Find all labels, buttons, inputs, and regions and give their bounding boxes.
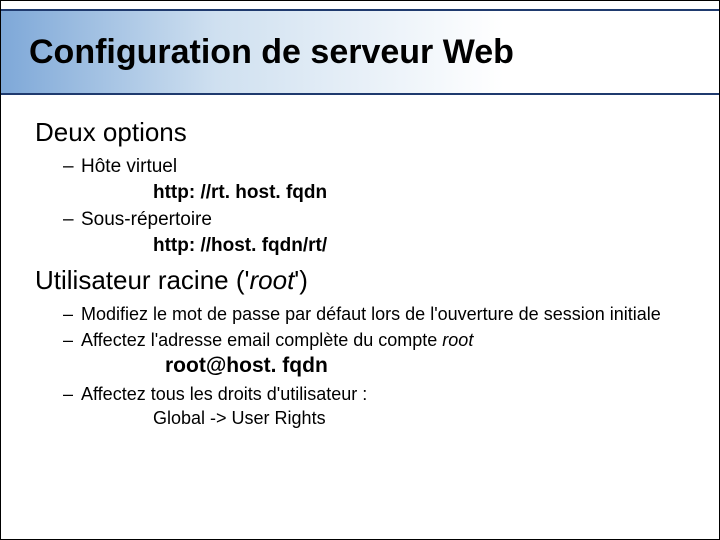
option-detail: http: //host. fqdn/rt/: [81, 233, 699, 259]
root-email: root@host. fqdn: [35, 354, 699, 378]
section-heading-root: Utilisateur racine ('root'): [35, 265, 699, 296]
option-label: Sous-répertoire: [81, 209, 212, 230]
section-root-user: Utilisateur racine ('root') Modifiez le …: [35, 265, 699, 431]
slide: Configuration de serveur Web Deux option…: [0, 0, 720, 540]
slide-title: Configuration de serveur Web: [29, 33, 514, 72]
list-item: Sous-répertoire http: //host. fqdn/rt/: [63, 207, 699, 258]
option-label: Hôte virtuel: [81, 156, 177, 177]
root-item-text: Modifiez le mot de passe par défaut lors…: [81, 304, 661, 324]
root-list-2: Affectez tous les droits d'utilisateur :…: [35, 382, 699, 431]
root-item-detail: Global -> User Rights: [81, 406, 699, 430]
list-item: Affectez l'adresse email complète du com…: [63, 328, 699, 352]
heading-text: Utilisateur racine (': [35, 265, 249, 295]
heading-root-word: root: [249, 265, 294, 295]
root-item-text: Affectez tous les droits d'utilisateur :: [81, 384, 367, 404]
list-item: Hôte virtuel http: //rt. host. fqdn: [63, 154, 699, 205]
list-item: Affectez tous les droits d'utilisateur :…: [63, 382, 699, 431]
section-heading-options: Deux options: [35, 117, 699, 148]
title-band: Configuration de serveur Web: [1, 9, 719, 95]
list-item: Modifiez le mot de passe par défaut lors…: [63, 302, 699, 326]
section-options: Deux options Hôte virtuel http: //rt. ho…: [35, 117, 699, 259]
slide-body: Deux options Hôte virtuel http: //rt. ho…: [35, 111, 699, 519]
option-detail: http: //rt. host. fqdn: [81, 180, 699, 206]
root-word: root: [442, 330, 473, 350]
root-item-text: Affectez l'adresse email complète du com…: [81, 330, 442, 350]
options-list: Hôte virtuel http: //rt. host. fqdn Sous…: [35, 154, 699, 259]
heading-text: '): [294, 265, 308, 295]
root-list: Modifiez le mot de passe par défaut lors…: [35, 302, 699, 353]
